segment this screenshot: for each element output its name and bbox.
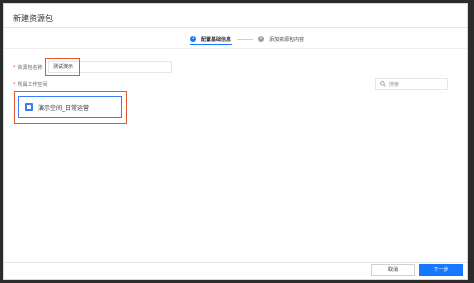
search-placeholder: 搜索 [389,81,400,88]
step-2-label: 添加资源包内容 [269,36,305,43]
step-2: 2 添加资源包内容 [258,36,304,43]
footer-divider [4,262,467,263]
required-mark: * [13,82,16,88]
next-step-button[interactable]: 下一步 [419,264,463,276]
name-input-highlight [45,58,80,76]
workspace-card-highlight [14,91,127,124]
required-mark: * [13,65,16,71]
step-2-dot: 2 [258,36,265,42]
header-divider [4,27,467,28]
step-1: 1 配置基础信息 [190,36,231,43]
active-step-underline [190,44,232,45]
step-1-label: 配置基础信息 [201,36,232,43]
step-connector [237,38,254,40]
page-backdrop: 新建资源包 1 配置基础信息 2 添加资源包内容 * 资源包名称 测试演示 * 所属… [0,0,474,283]
cancel-button[interactable]: 取消 [371,264,415,276]
new-resource-package-modal: 新建资源包 1 配置基础信息 2 添加资源包内容 * 资源包名称 测试演示 * 所属… [3,3,468,280]
steps-divider [4,48,467,49]
workspace-label: * 所属工作空间 [13,82,48,88]
search-icon [379,80,387,88]
workspace-search-input[interactable]: 搜索 [375,78,448,90]
package-name-label: * 资源包名称 [13,65,43,71]
modal-title: 新建资源包 [13,14,53,23]
step-1-dot: 1 [190,36,196,42]
